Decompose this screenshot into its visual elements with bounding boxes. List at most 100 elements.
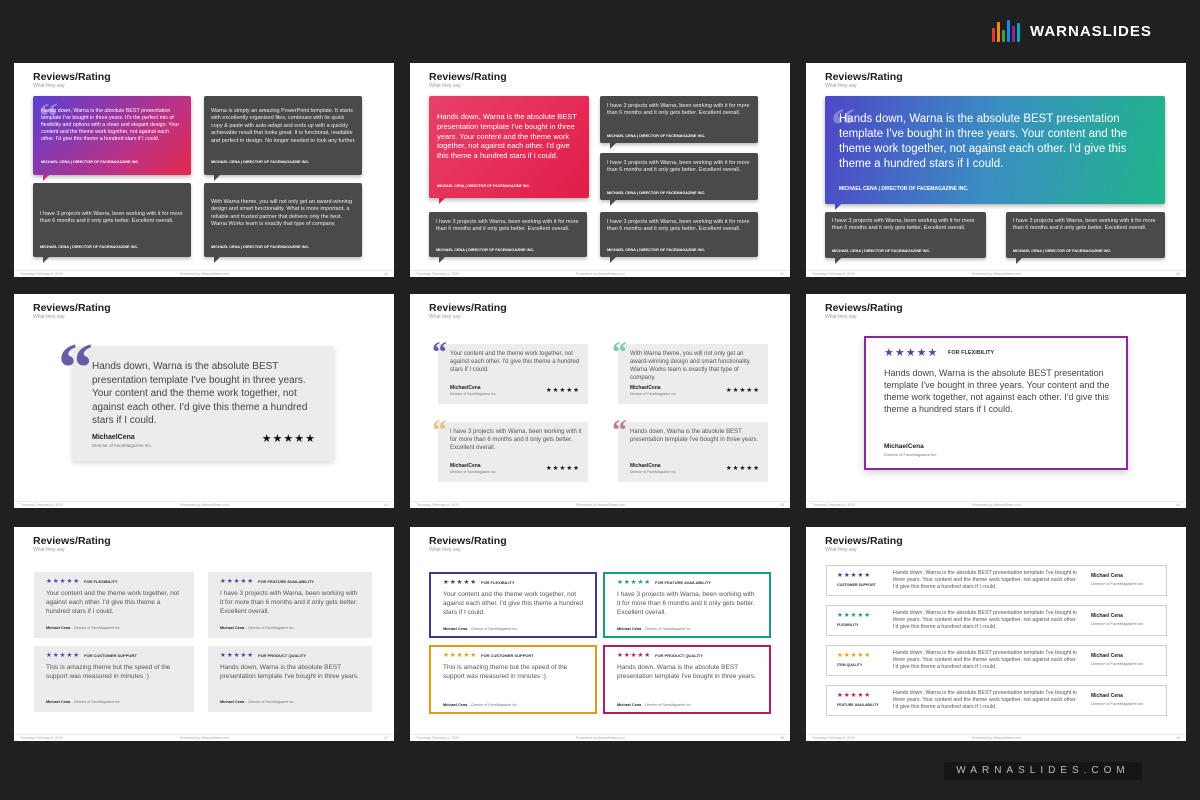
rating-card: ★★★★★ FOR CUSTOMER SUPPORT This is amazi… [34,646,194,712]
footer-date: Thursday, February 6, 2020 [416,503,459,507]
rating-row: ★★★★★ FLEXIBILITY Hands down, Warna is t… [826,605,1167,636]
footer-center: Presented by WarnaSlides.com [576,272,625,276]
bubble-tail [43,175,49,181]
slide-number: 42 [780,272,784,276]
footer-center: Presented by WarnaSlides.com [972,272,1021,276]
slide-number: 48 [780,736,784,740]
slide-thumbnail[interactable]: Reviews/Rating What they say “ Hands dow… [806,63,1186,277]
testimonial-card: “ I have 3 projects with Warna, been wor… [432,416,588,482]
slide-title: Reviews/Rating [825,302,903,314]
testimonial-bubble: I have 3 projects with Warna, been worki… [1006,212,1165,264]
bubble-tail [835,204,841,210]
author-name: Michael Cena [443,627,468,631]
author-name: MichaelCena [630,463,661,469]
testimonial-text: Hands down, Warna is the absolute BEST p… [839,113,1127,170]
bubble-tail [439,198,445,204]
testimonial-author: MICHAEL CENA | DIRECTOR OF FACEMAGAZINE … [607,134,706,138]
footer-center: Presented by WarnaSlides.com [972,503,1021,507]
rating-stars: ★★★★★ [46,578,81,585]
slide-footer: Thursday, February 6, 2020 Presented by … [410,270,790,277]
rating-category: FOR PRODUCT QUALITY [258,653,306,658]
testimonial-card: “ Hands down, Warna is the absolute BEST… [612,416,768,482]
author-name: MichaelCena [884,443,924,450]
slide-number: 44 [384,503,388,507]
testimonial-bubble: Warna is simply an amazing PowerPoint te… [204,96,362,181]
testimonial-text: Hands down, Warna is the absolute BEST p… [41,108,180,142]
author-name: Michael Cena [617,703,642,707]
rating-category: CUSTOMER SUPPORT [837,583,876,587]
rating-category: FOR PRODUCT QUALITY [655,653,703,658]
author-role: - Director of FaceMagazine Inc. [469,703,518,707]
testimonial-author: MICHAEL CENA | DIRECTOR OF FACEMAGAZINE … [832,249,931,253]
slide-thumbnail[interactable]: Reviews/Rating What they say ★★★★★ CUSTO… [806,527,1186,741]
author-role: - Director of FaceMagazine Inc. [72,700,121,704]
footer-date: Thursday, February 6, 2020 [812,503,855,507]
testimonial-text: With Warna theme, you will not only get … [211,199,353,228]
author-role: Director of FaceMagazine Inc. [1091,701,1145,706]
testimonial-text: Hands down, Warna is the absolute BEST p… [220,664,359,680]
testimonial-text: Hands down, Warna is the absolute BEST p… [893,650,1078,670]
rating-row: ★★★★★ FEATURE AVAILABILITY Hands down, W… [826,685,1167,716]
author-role: Director of FaceMagazine Inc. [884,452,938,457]
testimonial-text: Hands down, Warna is the absolute BEST p… [884,368,1110,415]
rating-stars: ★★★★★ [837,692,872,699]
author-role: Director of FaceMagazine Inc. [92,443,153,448]
testimonial-text: Hands down, Warna is the absolute BEST p… [92,361,308,426]
slide-thumbnail[interactable]: Reviews/Rating What they say ★★★★★ FOR F… [806,294,1186,508]
rating-stars: ★★★★★ [545,465,580,472]
rating-card: ★★★★★ FOR FEATURE AVAILABILITY I have 3 … [603,572,771,638]
footer-date: Thursday, February 6, 2020 [812,736,855,740]
rating-stars: ★★★★★ [220,652,255,659]
author-role: Director of FaceMagazine Inc. [450,470,497,474]
bubble-tail [610,200,616,206]
testimonial-author: MICHAEL CENA | DIRECTOR OF FACEMAGAZINE … [211,245,310,249]
testimonial-bubble: “ Hands down, Warna is the absolute BEST… [825,96,1165,210]
quote-icon: “ [432,414,447,447]
slide-thumbnail[interactable]: Reviews/Rating What they say ★★★★★ FOR F… [14,527,394,741]
testimonial-frame: ★★★★★ FOR FLEXIBILITY Hands down, Warna … [864,336,1128,470]
slide-number: 43 [1176,272,1180,276]
brand-logo: WARNASLIDES [992,20,1152,42]
quote-icon: “ [612,414,627,447]
slide-title: Reviews/Rating [825,535,903,547]
testimonial-author: MICHAEL CENA | DIRECTOR OF FACEMAGAZINE … [40,245,139,249]
rating-stars: ★★★★★ [443,579,478,586]
testimonial-text: I have 3 projects with Warna, been worki… [617,591,755,616]
bubble-tail [1016,258,1022,264]
author-name: Michael Cena [1091,653,1123,659]
slide-title: Reviews/Rating [429,71,507,83]
author-name: Michael Cena [1091,613,1123,619]
rating-card: ★★★★★ FOR FLEXIBILITY Your content and t… [34,572,194,638]
testimonial-bubble: I have 3 projects with Warna, been worki… [33,183,191,263]
author-role: Director of FaceMagazine Inc. [630,470,677,474]
testimonial-author: MICHAEL CENA | DIRECTOR OF FACEMAGAZINE … [437,184,530,188]
slide-subtitle: What they say [33,547,65,553]
slide-thumbnail[interactable]: Reviews/Rating What they say “ Hands dow… [14,294,394,508]
testimonial-bubble: I have 3 projects with Warna, been worki… [825,212,986,264]
slide-subtitle: What they say [825,314,857,320]
bubble-tail [439,257,445,263]
slide-title: Reviews/Rating [825,71,903,83]
testimonial-bubble: With Warna theme, you will not only get … [204,183,362,263]
slide-thumbnail[interactable]: Reviews/Rating What they say “ Hands dow… [14,63,394,277]
testimonial-text: Your content and the theme work together… [443,591,584,616]
slide-thumbnail[interactable]: Reviews/Rating What they say Hands down,… [410,63,790,277]
slide-footer: Thursday, February 6, 2020 Presented by … [806,501,1186,508]
author-role: Director of FaceMagazine Inc. [1091,581,1145,586]
slide-thumbnail[interactable]: Reviews/Rating What they say “ Your cont… [410,294,790,508]
footer-date: Thursday, February 6, 2020 [20,503,63,507]
rating-category: FOR CUSTOMER SUPPORT [481,653,534,658]
slide-thumbnail[interactable]: Reviews/Rating What they say ★★★★★ FOR F… [410,527,790,741]
author-name: MichaelCena [450,385,481,391]
author-name: Michael Cena [220,700,245,704]
footer-date: Thursday, February 6, 2020 [416,736,459,740]
author-name: Michael Cena [1091,573,1123,579]
slide-footer: Thursday, February 6, 2020 Presented by … [806,270,1186,277]
rating-row: ★★★★★ ITEM QUALITY Hands down, Warna is … [826,645,1167,676]
brand-name: WARNASLIDES [1030,22,1152,40]
rating-category: FLEXIBILITY [837,623,859,627]
footer-date: Thursday, February 6, 2020 [416,272,459,276]
testimonial-text: I have 3 projects with Warna, been worki… [607,103,750,117]
testimonial-text: I have 3 projects with Warna, been worki… [607,160,750,174]
rating-row: ★★★★★ CUSTOMER SUPPORT Hands down, Warna… [826,565,1167,596]
